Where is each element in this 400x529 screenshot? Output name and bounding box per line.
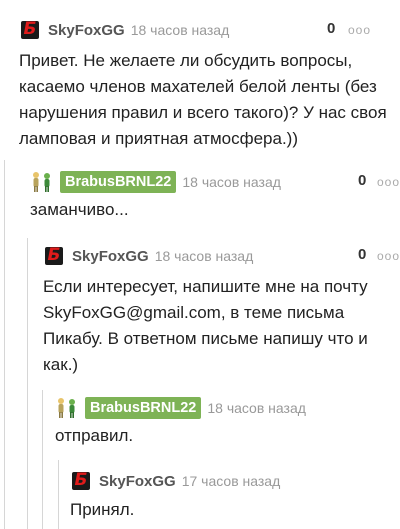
username[interactable]: SkyFoxGG (99, 473, 176, 490)
username[interactable]: BrabusBRNL22 (60, 171, 177, 193)
username[interactable]: BrabusBRNL22 (85, 397, 202, 419)
avatar[interactable] (30, 170, 54, 194)
green-figures-icon (33, 172, 50, 192)
comment-text: заманчиво... (30, 200, 129, 219)
red-b-glyph: Б (47, 245, 61, 265)
thread-line-4[interactable] (58, 460, 59, 529)
rating-score: 0 (358, 172, 367, 189)
timestamp[interactable]: 18 часов назад (131, 22, 230, 38)
comment-1: Б SkyFoxGG 18 часов назад 0 ooo Привет. … (19, 18, 397, 152)
username[interactable]: SkyFoxGG (48, 22, 125, 39)
avatar[interactable]: Б (70, 470, 92, 492)
avatar[interactable]: Б (19, 19, 41, 41)
comment-5: Б SkyFoxGG 17 часов назад Принял. (70, 469, 398, 523)
timestamp[interactable]: 17 часов назад (182, 473, 281, 489)
comment-header: Б SkyFoxGG 18 часов назад 0 ooo (43, 244, 400, 268)
more-dots-icon[interactable]: ooo (377, 249, 400, 263)
green-figures-icon (58, 398, 75, 418)
thread-line-2[interactable] (27, 238, 28, 529)
avatar[interactable] (55, 396, 79, 420)
comment-header: BrabusBRNL22 18 часов назад (55, 396, 398, 420)
comment-3: Б SkyFoxGG 18 часов назад 0 ooo Если инт… (43, 244, 400, 378)
comment-header: Б SkyFoxGG 17 часов назад (70, 469, 398, 493)
comment-header: Б SkyFoxGG 18 часов назад 0 ooo (19, 18, 397, 42)
avatar[interactable]: Б (43, 245, 65, 267)
more-dots-icon[interactable]: ooo (377, 175, 400, 189)
timestamp[interactable]: 18 часов назад (155, 248, 254, 264)
comment-text: Принял. (70, 500, 135, 519)
comment-header: BrabusBRNL22 18 часов назад 0 ooo (30, 170, 400, 194)
comment-4: BrabusBRNL22 18 часов назад отправил. (55, 396, 398, 449)
red-b-glyph: Б (74, 470, 88, 490)
red-b-glyph: Б (23, 19, 37, 39)
timestamp[interactable]: 18 часов назад (207, 400, 306, 416)
comment-text: отправил. (55, 426, 134, 445)
comment-2: BrabusBRNL22 18 часов назад 0 ooo заманч… (30, 170, 400, 223)
rating-score: 0 (358, 246, 367, 263)
comment-text: Привет. Не желаете ли обсудить вопросы, … (19, 51, 387, 148)
comment-text: Если интересует, напишите мне на почту S… (43, 277, 368, 374)
timestamp[interactable]: 18 часов назад (182, 174, 281, 190)
rating-score: 0 (327, 20, 336, 37)
username[interactable]: SkyFoxGG (72, 248, 149, 265)
thread-line-1[interactable] (4, 160, 5, 529)
more-dots-icon[interactable]: ooo (348, 23, 371, 37)
thread-line-3[interactable] (42, 390, 43, 529)
